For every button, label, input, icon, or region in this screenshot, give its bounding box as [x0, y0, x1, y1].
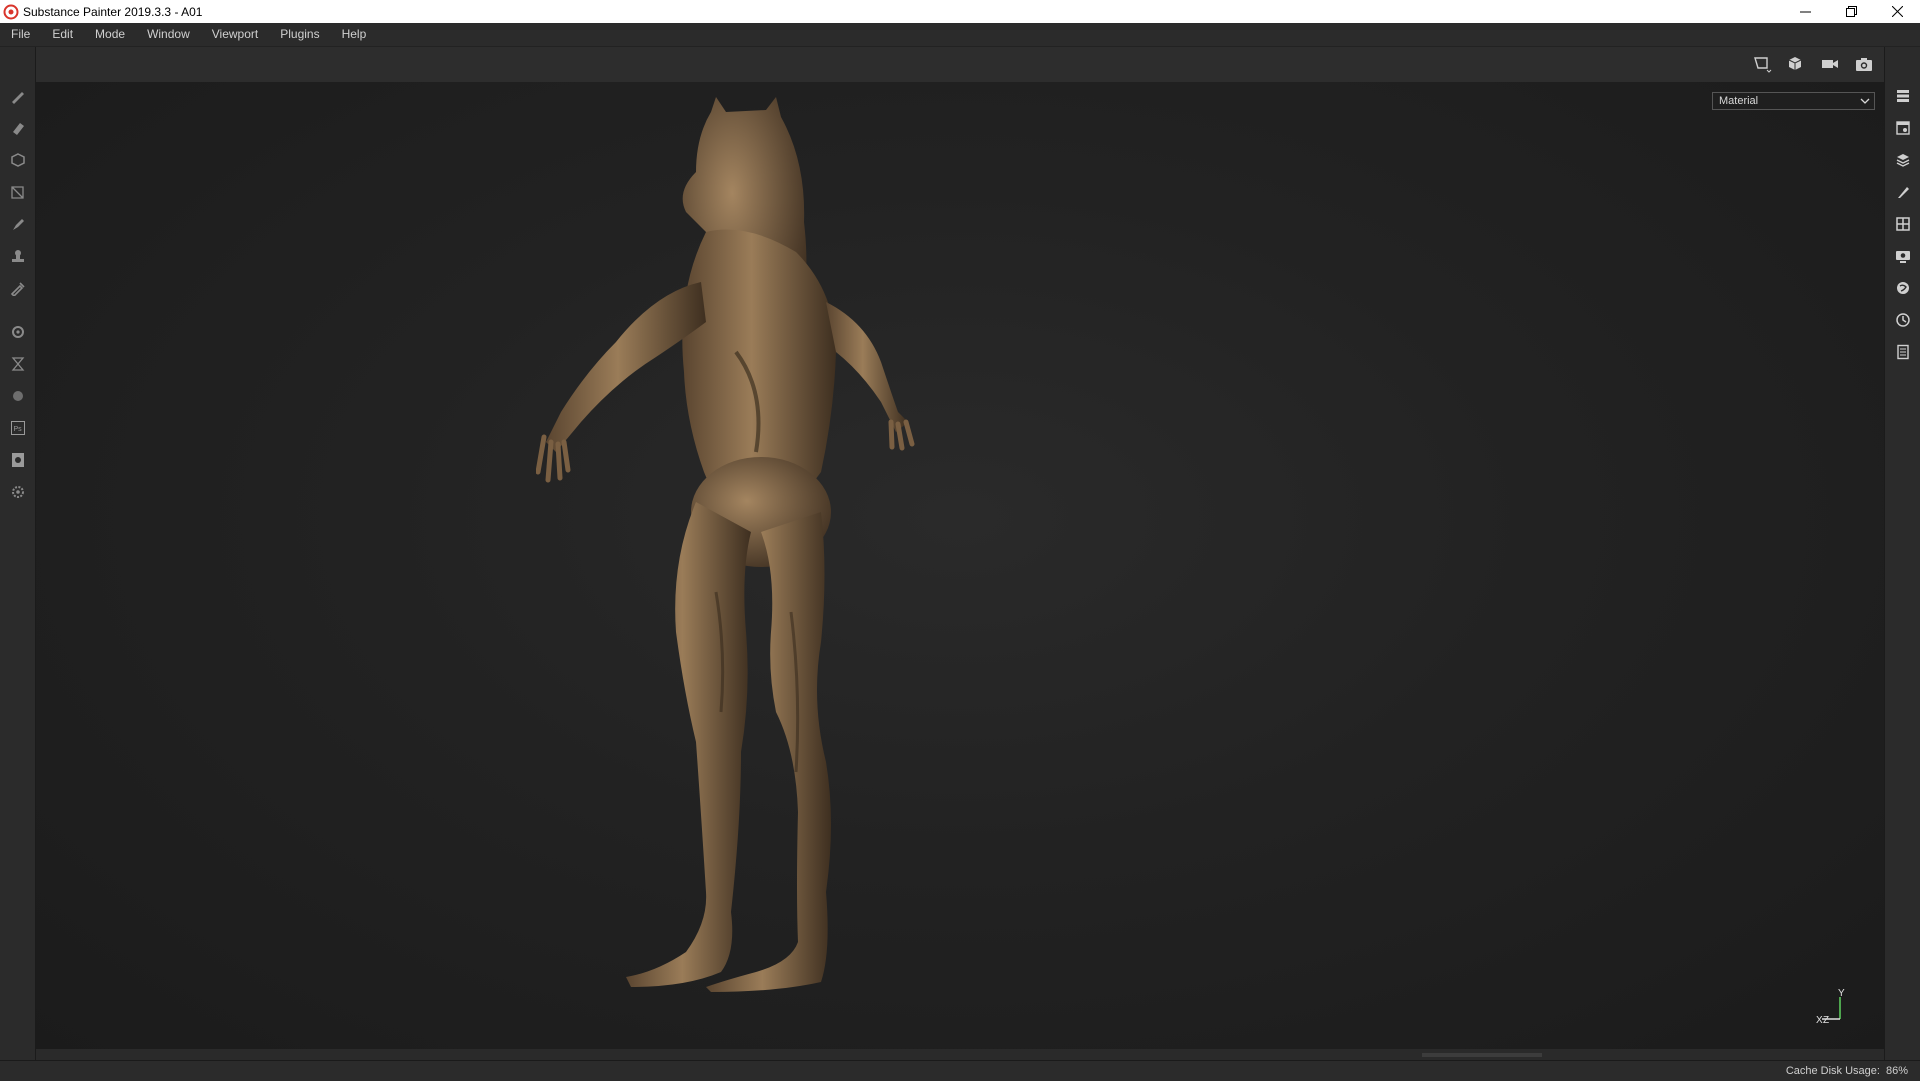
cache-disk-label: Cache Disk Usage: — [1785, 1065, 1880, 1077]
log-icon — [1897, 344, 1909, 360]
close-icon — [1891, 6, 1903, 17]
log-button[interactable] — [1893, 342, 1913, 362]
clone-tool[interactable] — [8, 246, 28, 266]
gizmo-y-label: Y — [1838, 988, 1845, 999]
bake-button[interactable] — [8, 322, 28, 342]
eraser-icon — [13, 123, 24, 135]
layers-panel-icon — [1897, 90, 1909, 102]
properties-button[interactable] — [1893, 182, 1913, 202]
projection-tool[interactable] — [8, 150, 28, 170]
minimize-icon — [1799, 11, 1811, 13]
export-button[interactable] — [8, 450, 28, 470]
3d-model[interactable] — [536, 92, 1036, 1037]
uv-grid-icon — [1896, 217, 1910, 231]
display-settings-icon — [1896, 251, 1910, 263]
tool-bar-left: Ps — [0, 47, 36, 1060]
status-bar: Cache Disk Usage: 86% — [0, 1060, 1920, 1081]
projection-icon — [11, 153, 25, 167]
restore-button[interactable] — [1828, 0, 1874, 23]
stack-button[interactable] — [1893, 150, 1913, 170]
eraser-tool[interactable] — [8, 118, 28, 138]
channel-select[interactable]: Material — [1712, 92, 1875, 110]
screenshot-button[interactable] — [1852, 53, 1876, 75]
channel-select-value: Material — [1719, 95, 1759, 107]
photoshop-button[interactable]: Ps — [8, 418, 28, 438]
3d-viewport[interactable]: Material Y X Z — [36, 82, 1884, 1049]
texture-set-icon — [1896, 121, 1910, 135]
gizmo-x-label: X — [1816, 1015, 1823, 1026]
menu-viewport[interactable]: Viewport — [201, 23, 269, 46]
menu-file[interactable]: File — [0, 23, 41, 46]
cache-disk-value: 86% — [1885, 1065, 1908, 1077]
color-picker-tool[interactable] — [8, 278, 28, 298]
menu-edit[interactable]: Edit — [41, 23, 84, 46]
close-button[interactable] — [1874, 0, 1920, 23]
scrollbar-thumb[interactable] — [1422, 1053, 1542, 1057]
shader-icon — [1897, 282, 1909, 294]
settings-icon — [12, 486, 24, 498]
polygon-fill-tool[interactable] — [8, 182, 28, 202]
material-icon — [13, 391, 23, 401]
smudge-icon — [13, 219, 24, 230]
view-mode-button[interactable] — [1784, 53, 1808, 75]
paint-brush-icon — [12, 92, 24, 104]
restore-icon — [1845, 6, 1857, 17]
paint-tool[interactable] — [8, 86, 28, 106]
frame-mode-button[interactable] — [1750, 53, 1774, 75]
camera-icon — [1822, 60, 1838, 68]
svg-text:Ps: Ps — [14, 426, 23, 433]
export-icon — [12, 453, 24, 467]
gizmo-z-label: Z — [1823, 1015, 1829, 1026]
menu-mode[interactable]: Mode — [84, 23, 136, 46]
bake-settings-icon — [12, 326, 24, 338]
menu-window[interactable]: Window — [136, 23, 201, 46]
minimize-button[interactable] — [1782, 0, 1828, 23]
menu-help[interactable]: Help — [331, 23, 378, 46]
smudge-tool[interactable] — [8, 214, 28, 234]
properties-icon — [1898, 187, 1909, 198]
axis-gizmo-icon: Y X Z — [1816, 988, 1845, 1026]
menu-plugins[interactable]: Plugins — [269, 23, 330, 46]
stack-icon — [1896, 154, 1910, 167]
settings-button[interactable] — [8, 482, 28, 502]
screenshot-icon — [1856, 58, 1872, 71]
color-picker-icon — [10, 282, 25, 296]
viewport-toolbar — [36, 47, 1884, 82]
viewport-frame-icon — [1754, 57, 1772, 73]
texture-set-button[interactable] — [1893, 118, 1913, 138]
horizontal-scrollbar[interactable] — [36, 1049, 1884, 1060]
layers-panel-button[interactable] — [1893, 86, 1913, 106]
app-logo-icon — [3, 4, 19, 19]
history-icon — [1896, 313, 1910, 327]
iray-button[interactable] — [8, 354, 28, 374]
window-title: Substance Painter 2019.3.3 - A01 — [23, 4, 203, 19]
polygon-fill-icon — [11, 186, 24, 199]
clone-stamp-icon — [12, 250, 24, 262]
shader-button[interactable] — [1893, 278, 1913, 298]
panel-bar-right — [1884, 47, 1920, 1060]
history-button[interactable] — [1893, 310, 1913, 330]
menu-bar: File Edit Mode Window Viewport Plugins H… — [0, 23, 1920, 47]
chevron-down-icon — [1860, 98, 1870, 104]
title-bar: Substance Painter 2019.3.3 - A01 — [0, 0, 1920, 23]
iray-icon — [11, 357, 25, 371]
camera-button[interactable] — [1818, 53, 1842, 75]
photoshop-icon: Ps — [11, 421, 25, 435]
uv-grid-button[interactable] — [1893, 214, 1913, 234]
display-settings-button[interactable] — [1893, 246, 1913, 266]
3d-view-icon — [1788, 57, 1802, 70]
material-button[interactable] — [8, 386, 28, 406]
axis-gizmo: Y X Z — [1814, 987, 1854, 1031]
